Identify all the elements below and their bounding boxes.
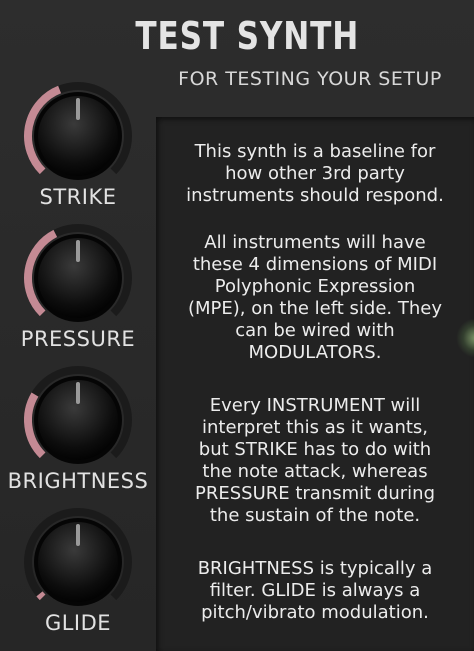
description-line: This synth is a baseline for [194,141,436,162]
description-line: but STRIKE has to do with [198,439,432,460]
description-line: instruments should respond. [186,185,444,206]
knob-value-arc [36,591,46,601]
pressure-label: PRESSURE [20,327,136,351]
description-line: how other 3rd party [225,163,405,184]
description-line: the note attack, whereas [202,461,428,482]
description-line: All instruments will have [204,232,426,253]
synth-panel: TEST SYNTH FOR TESTING YOUR SETUP This s… [0,0,474,651]
description-paragraph: All instruments will have these 4 dimens… [156,232,474,364]
description-line: PRESSURE transmit during [194,483,436,504]
description-paragraph: This synth is a baseline for how other 3… [156,141,474,207]
description-line: these 4 dimensions of MIDI [192,254,438,275]
description-line: pitch/vibrato modulation. [201,602,429,623]
description-line: (MPE), on the left side. They [188,298,442,319]
description-line: can be wired with [235,320,395,341]
description-line: BRIGHTNESS is typically a [197,558,433,579]
description-panel: This synth is a baseline for how other 3… [156,117,474,651]
description-line: Every INSTRUMENT will [209,395,421,416]
page-title: TEST SYNTH [135,14,360,58]
glide-label: GLIDE [44,611,112,635]
description-paragraph: Every INSTRUMENT will interpret this as … [156,395,474,527]
page-subtitle: FOR TESTING YOUR SETUP [178,68,442,90]
description-line: filter. GLIDE is always a [209,580,421,601]
description-line: the sustain of the note. [209,505,421,526]
description-line: MODULATORS. [248,342,382,363]
description-line: interpret this as it wants, [201,417,429,438]
strike-label: STRIKE [39,185,117,209]
brightness-label: BRIGHTNESS [7,469,149,493]
description-paragraph: BRIGHTNESS is typically a filter. GLIDE … [156,558,474,624]
description-line: Polyphonic Expression [214,276,416,297]
